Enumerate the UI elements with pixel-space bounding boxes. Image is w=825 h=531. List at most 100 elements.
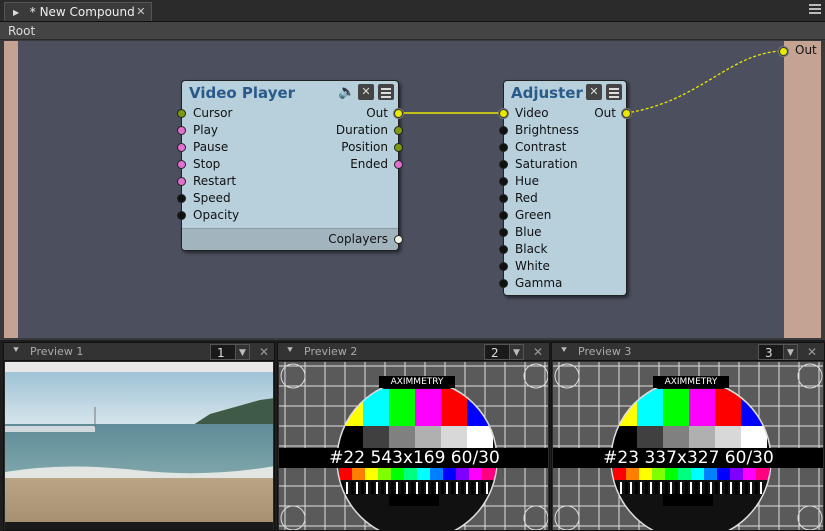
preview-title: Preview 1 bbox=[30, 345, 84, 358]
panel-menu-icon[interactable] bbox=[809, 4, 821, 16]
node-row: Opacity bbox=[177, 207, 398, 224]
document-tab-title: * New Compound bbox=[29, 5, 135, 19]
preview-image-beach bbox=[5, 362, 273, 530]
node-menu-icon[interactable] bbox=[378, 84, 394, 100]
input-pin-white[interactable] bbox=[499, 262, 508, 271]
preview-title: Preview 3 bbox=[578, 345, 632, 358]
input-pin-pause[interactable] bbox=[177, 143, 186, 152]
input-label-play: Play bbox=[193, 123, 219, 137]
output-pin-out[interactable] bbox=[622, 109, 631, 118]
node-row: Gamma bbox=[499, 275, 626, 292]
chevron-down-icon[interactable]: ▼ bbox=[784, 344, 798, 360]
input-label-gamma: Gamma bbox=[515, 276, 563, 290]
input-pin-contrast[interactable] bbox=[499, 143, 508, 152]
input-label-stop: Stop bbox=[193, 157, 221, 171]
document-tab[interactable]: ▶ * New Compound ✕ bbox=[4, 2, 152, 21]
output-pin-coplayers[interactable] bbox=[394, 235, 403, 244]
node-row: Pause Position bbox=[177, 139, 403, 156]
tab-arrow-icon[interactable]: ▶ bbox=[13, 8, 22, 17]
close-icon[interactable]: ✕ bbox=[804, 344, 820, 360]
preview-testcard: AXIMMETRY #22 543x169 60/30 bbox=[279, 362, 548, 530]
node-row: Hue bbox=[499, 173, 626, 190]
close-icon[interactable]: ✕ bbox=[135, 5, 147, 19]
testcard-graphic bbox=[553, 362, 823, 530]
close-icon[interactable]: ✕ bbox=[256, 344, 272, 360]
input-pin-blue[interactable] bbox=[499, 228, 508, 237]
output-pin-position[interactable] bbox=[394, 143, 403, 152]
testcard-brand-label: AXIMMETRY bbox=[390, 377, 444, 387]
preview-title: Preview 2 bbox=[304, 345, 358, 358]
input-pin-red[interactable] bbox=[499, 194, 508, 203]
output-label-out: Out bbox=[366, 106, 388, 120]
node-row: White bbox=[499, 258, 626, 275]
chevron-down-icon[interactable]: ▼ bbox=[236, 344, 250, 360]
node-row: Green bbox=[499, 207, 626, 224]
testcard-info-label: #23 337x327 60/30 bbox=[603, 448, 774, 468]
output-pin-out[interactable] bbox=[394, 109, 403, 118]
output-pin-ended[interactable] bbox=[394, 160, 403, 169]
input-pin-black[interactable] bbox=[499, 245, 508, 254]
node-video-player[interactable]: Video Player 🔈 ✕ Cursor Out Play Duration Pa… bbox=[177, 80, 403, 251]
input-label-black: Black bbox=[515, 242, 548, 256]
close-icon[interactable]: ✕ bbox=[530, 344, 546, 360]
input-label-pause: Pause bbox=[193, 140, 229, 154]
close-icon[interactable]: ✕ bbox=[358, 84, 374, 100]
input-pin-cursor[interactable] bbox=[177, 109, 186, 118]
input-label-opacity: Opacity bbox=[193, 208, 240, 222]
close-icon[interactable]: ✕ bbox=[586, 84, 602, 100]
input-label-brightness: Brightness bbox=[515, 123, 579, 137]
speaker-icon[interactable]: 🔈 bbox=[338, 84, 355, 100]
input-label-blue: Blue bbox=[515, 225, 542, 239]
document-tab-bar: ▶ * New Compound ✕ bbox=[0, 0, 825, 22]
input-label-hue: Hue bbox=[515, 174, 540, 188]
input-label-video: Video bbox=[515, 106, 549, 120]
node-row: Saturation bbox=[499, 156, 626, 173]
pin-icon[interactable]: ⯆ bbox=[560, 345, 568, 356]
preview-number-select[interactable]: 1 bbox=[210, 344, 236, 360]
input-label-restart: Restart bbox=[193, 174, 237, 188]
testcard-info-label: #22 543x169 60/30 bbox=[329, 448, 500, 468]
input-pin-restart[interactable] bbox=[177, 177, 186, 186]
testcard-brand-label: AXIMMETRY bbox=[664, 377, 718, 387]
input-label-contrast: Contrast bbox=[515, 140, 567, 154]
input-pin-green[interactable] bbox=[499, 211, 508, 220]
node-row: Brightness bbox=[499, 122, 626, 139]
compound-output-label: Out bbox=[795, 43, 817, 57]
output-pin-duration[interactable] bbox=[394, 126, 403, 135]
input-pin-play[interactable] bbox=[177, 126, 186, 135]
node-header[interactable]: Video Player 🔈 ✕ bbox=[182, 81, 398, 105]
pin-icon[interactable]: ⯆ bbox=[286, 345, 294, 356]
node-footer: Coplayers bbox=[182, 228, 403, 250]
node-row: Restart bbox=[177, 173, 398, 190]
preview-panel-3: ⯆ Preview 3 3 ▼ ✕ AXIMMETRY #23 337x327 6… bbox=[551, 342, 825, 531]
preview-number-select[interactable]: 2 bbox=[484, 344, 510, 360]
preview-testcard: AXIMMETRY #23 337x327 60/30 bbox=[553, 362, 823, 530]
input-label-white: White bbox=[515, 259, 550, 273]
connections bbox=[398, 50, 784, 114]
input-label-green: Green bbox=[515, 208, 552, 222]
input-pin-video[interactable] bbox=[499, 109, 508, 118]
node-header[interactable]: Adjuster ✕ bbox=[504, 81, 626, 105]
node-menu-icon[interactable] bbox=[606, 84, 622, 100]
preview-panel-2: ⯆ Preview 2 2 ▼ ✕ AXIMMETRY #22 543x169 6… bbox=[277, 342, 550, 531]
input-pin-hue[interactable] bbox=[499, 177, 508, 186]
chevron-down-icon[interactable]: ▼ bbox=[510, 344, 524, 360]
input-pin-brightness[interactable] bbox=[499, 126, 508, 135]
input-pin-opacity[interactable] bbox=[177, 211, 186, 220]
output-label-out: Out bbox=[594, 106, 616, 120]
node-adjuster[interactable]: Adjuster ✕ Video Out Brightness Contrast Sat… bbox=[499, 80, 631, 296]
preview-panel-1: ⯆ Preview 1 1 ▼ ✕ bbox=[3, 342, 275, 531]
compound-output-pin[interactable] bbox=[779, 45, 788, 59]
input-pin-gamma[interactable] bbox=[499, 279, 508, 288]
node-row: Video Out bbox=[499, 105, 631, 122]
pin-icon[interactable]: ⯆ bbox=[12, 345, 20, 356]
output-label-position: Position bbox=[341, 140, 388, 154]
node-row: Contrast bbox=[499, 139, 626, 156]
node-row: Black bbox=[499, 241, 626, 258]
compound-editor: Root Video Player 🔈 ✕ Cursor Out Play Durat… bbox=[0, 22, 825, 340]
input-pin-speed[interactable] bbox=[177, 194, 186, 203]
preview-number-select[interactable]: 3 bbox=[758, 344, 784, 360]
input-pin-saturation[interactable] bbox=[499, 160, 508, 169]
input-pin-stop[interactable] bbox=[177, 160, 186, 169]
output-label-duration: Duration bbox=[335, 123, 388, 137]
